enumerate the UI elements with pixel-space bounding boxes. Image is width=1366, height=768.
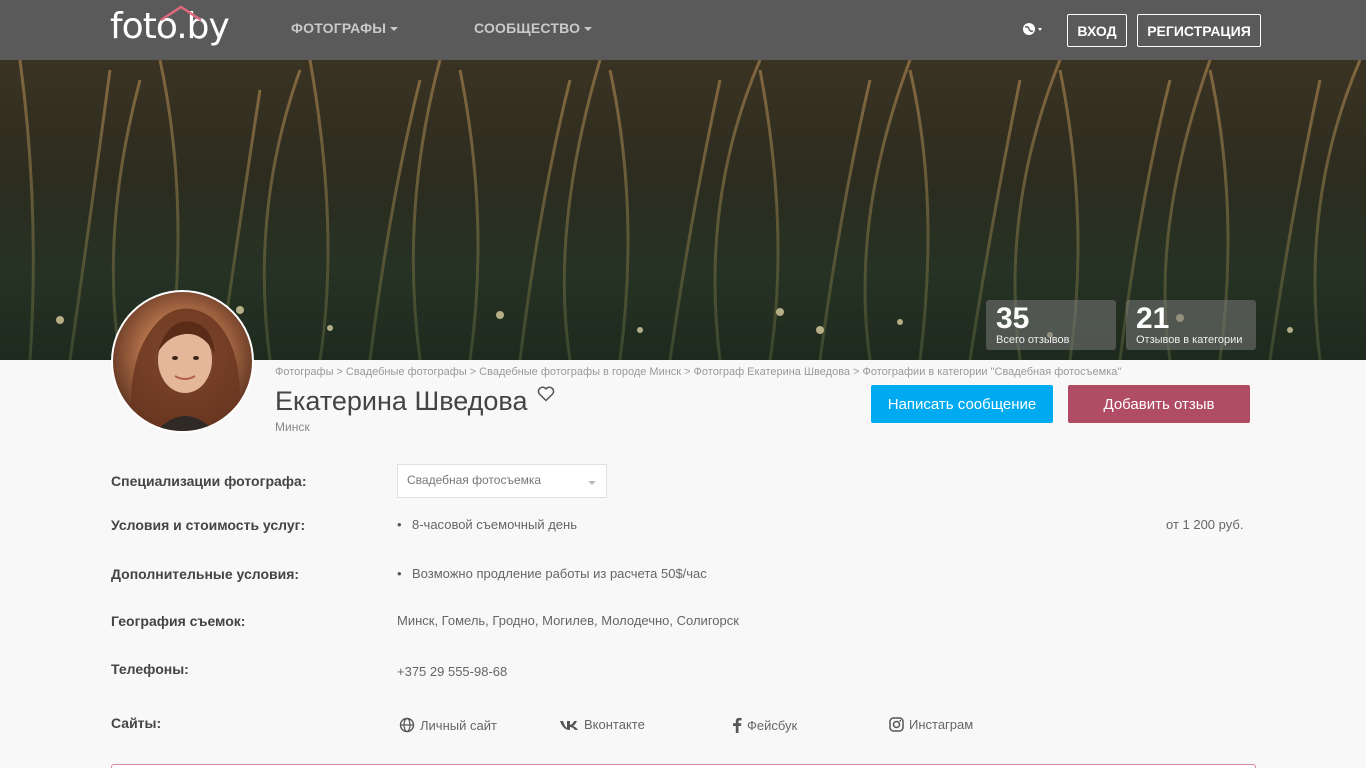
site-link-label: Вконтакте [584, 717, 645, 732]
stat-total-reviews-label: Всего отзывов [996, 334, 1070, 346]
nav-community-label: СООБЩЕСТВО [474, 20, 581, 36]
phone-number[interactable]: +375 29 555-98-68 [397, 664, 507, 679]
chevron-down-icon [588, 481, 596, 485]
stat-total-reviews-value: 35 [996, 302, 1030, 335]
write-message-button[interactable]: Написать сообщение [871, 385, 1053, 423]
breadcrumb: Фотографы > Свадебные фотографы > Свадебные … [275, 366, 1122, 378]
site-link-vk[interactable]: Вконтакте [559, 717, 645, 732]
avatar-portrait-image [131, 308, 241, 431]
breadcrumb-link[interactable]: Фотограф Екатерина Шведова [694, 366, 851, 378]
chevron-down-icon [390, 27, 399, 32]
site-logo[interactable]: foto.by [110, 5, 230, 47]
stat-total-reviews: 35 Всего отзывов [986, 300, 1116, 350]
site-link-label: Фейсбук [747, 717, 798, 733]
language-globe-icon[interactable] [1021, 20, 1047, 40]
site-link-label: Инстаграм [909, 717, 974, 732]
breadcrumb-current: Фотографии в категории "Свадебная фотосъ… [862, 366, 1122, 378]
breadcrumb-link[interactable]: Фотографы [275, 366, 333, 378]
register-button[interactable]: РЕГИСТРАЦИЯ [1137, 14, 1261, 47]
stat-category-reviews-label: Отзывов в категории [1136, 334, 1243, 346]
geography-label: География съемок: [111, 613, 246, 629]
geography-value: Минск, Гомель, Гродно, Могилев, Молодечн… [397, 613, 739, 628]
logo-roof-icon [160, 5, 202, 22]
facebook-icon [733, 717, 742, 733]
add-review-button[interactable]: Добавить отзыв [1068, 385, 1250, 423]
terms-label: Условия и стоимость услуг: [111, 517, 306, 533]
top-navbar: foto.by ФОТОГРАФЫ СООБЩЕСТВО ВХОД РЕГИСТ… [0, 0, 1366, 60]
site-link-facebook[interactable]: Фейсбук [732, 717, 797, 733]
extra-terms-label: Дополнительные условия: [111, 566, 300, 582]
terms-price: от 1 200 руб. [1166, 517, 1244, 532]
chevron-down-icon [584, 27, 593, 32]
site-link-personal[interactable]: Личный сайт [399, 717, 497, 733]
avatar[interactable] [111, 290, 254, 433]
nav-photographers-label: ФОТОГРАФЫ [291, 20, 387, 36]
site-link-label: Личный сайт [420, 717, 497, 733]
site-link-instagram[interactable]: Инстаграм [889, 717, 973, 732]
nav-photographers[interactable]: ФОТОГРАФЫ [291, 20, 399, 36]
login-button[interactable]: ВХОД [1067, 14, 1127, 47]
specialization-label: Специализации фотографа: [111, 473, 307, 489]
breadcrumb-link[interactable]: Свадебные фотографы [346, 366, 467, 378]
photographer-city: Минск [275, 420, 310, 434]
favorite-heart-icon[interactable] [537, 386, 555, 402]
globe-icon [399, 717, 415, 733]
specialization-select[interactable]: Свадебная фотосъемка [397, 464, 607, 498]
extra-terms-item: Возможно продление работы из расчета 50$… [397, 566, 707, 581]
stat-category-reviews: 21 Отзывов в категории [1126, 300, 1256, 350]
terms-item: 8-часовой съемочный день [397, 517, 577, 532]
specialization-selected-value: Свадебная фотосъемка [407, 473, 542, 487]
sites-label: Сайты: [111, 715, 162, 731]
vk-icon [560, 720, 578, 730]
next-section-panel [111, 764, 1256, 768]
breadcrumb-link[interactable]: Свадебные фотографы в городе Минск [479, 366, 681, 378]
instagram-icon [889, 717, 904, 732]
stat-category-reviews-value: 21 [1136, 302, 1170, 335]
photographer-name: Екатерина Шведова [275, 386, 528, 416]
nav-community[interactable]: СООБЩЕСТВО [474, 20, 593, 36]
phones-label: Телефоны: [111, 661, 189, 677]
